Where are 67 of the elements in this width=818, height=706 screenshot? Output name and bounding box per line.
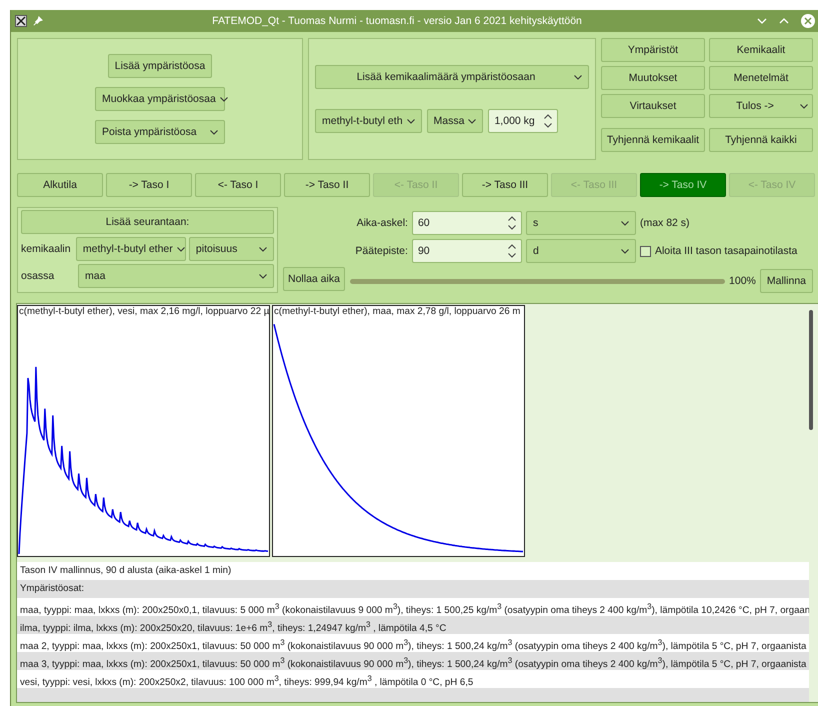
log-line: ilma, tyyppi: ilma, lxkxs (m): 200x250x20, tilavuus: 1e+6 m$^{3}$, tiheys: 1,24947 kg/m$^{3}$ , lämpötila 4,5 °C bbox=[20, 623, 446, 634]
step-label: Aika-askel: bbox=[356, 217, 408, 229]
add-environment-button[interactable]: Lisää ympäristöosa bbox=[108, 54, 212, 78]
end-unit-dropdown[interactable]: d bbox=[526, 239, 636, 263]
remove-environment-dropdown[interactable]: Poista ympäristöosa bbox=[95, 120, 225, 144]
menu-button[interactable]: Ympäristöt bbox=[601, 38, 705, 62]
menu-button[interactable]: Muutokset bbox=[601, 66, 705, 90]
level-button[interactable]: -> Taso I bbox=[106, 173, 192, 197]
amount-field[interactable]: 1,000 kg bbox=[488, 109, 558, 133]
spin-arrows-icon[interactable] bbox=[544, 114, 552, 128]
window-title: FATEMOD_Qt - Tuomas Nurmi - tuomasn.fi - versio Jan 6 2021 kehityskäyttöön bbox=[211, 15, 583, 27]
level-button[interactable]: -> Taso II bbox=[284, 173, 370, 197]
caret-icon bbox=[259, 246, 267, 252]
clear-button[interactable]: Tyhjennä kaikki bbox=[709, 128, 813, 152]
caret-icon bbox=[574, 74, 582, 80]
end-label: Päätepiste: bbox=[354, 245, 408, 257]
app-icon bbox=[15, 15, 27, 27]
minimize-icon[interactable] bbox=[757, 16, 767, 26]
spin-arrows-icon[interactable] bbox=[508, 244, 516, 258]
clear-button[interactable]: Tyhjennä kemikaalit bbox=[601, 128, 705, 152]
menu-button[interactable]: Menetelmät bbox=[709, 66, 813, 90]
progress-reading: 100% bbox=[729, 275, 756, 287]
caret-icon bbox=[406, 118, 415, 124]
log-line: Ympäristöosat: bbox=[20, 583, 84, 594]
level-button[interactable]: <- Taso I bbox=[195, 173, 281, 197]
pin-icon[interactable] bbox=[33, 16, 43, 26]
chemical-dropdown[interactable]: methyl-t-butyl eth bbox=[315, 109, 422, 133]
caret-icon bbox=[220, 96, 228, 102]
tracked-chemical-dropdown[interactable]: methyl-t-butyl ether bbox=[76, 237, 186, 261]
checkbox[interactable] bbox=[640, 246, 651, 256]
edit-environment-dropdown[interactable]: Muokkaa ympäristöosaa bbox=[95, 87, 225, 111]
level-button[interactable]: Alkutila bbox=[17, 173, 103, 197]
plot-title: c(methyl-t-butyl ether), maa, max 2,78 g/l, loppuarvo 26 m bbox=[273, 306, 522, 318]
max-step-note: (max 82 s) bbox=[640, 217, 690, 229]
equilibrium-label: Aloita III tason tasapainotilasta bbox=[654, 245, 798, 257]
measure-dropdown[interactable]: pitoisuus bbox=[188, 237, 274, 261]
chemical-label: kemikaalin bbox=[21, 243, 72, 255]
vertical-scrollbar[interactable] bbox=[809, 310, 813, 430]
run-button[interactable]: Mallinna bbox=[760, 269, 813, 293]
log-line: Tason IV mallinnus, 90 d alusta (aika-askel 1 min) bbox=[20, 565, 232, 576]
end-field[interactable]: 90 bbox=[412, 239, 522, 263]
step-unit-dropdown[interactable]: s bbox=[526, 211, 636, 235]
menu-button[interactable]: Virtaukset bbox=[601, 94, 705, 118]
log-line: maa 2, tyyppi: maa, lxkxs (m): 200x250x1, tilavuus: 50 000 m$^{3}$ (kokonaistilavuus 90 000 m$^{3}$), tiheys: 1 500,24 kg/m$^{3}$ (osatyypin oma tiheys 2 400 kg/m$^{3}$), lämpötila 5 °C, pH 7, orgaanista bbox=[20, 641, 806, 652]
reset-time-button[interactable]: Nollaa aika bbox=[283, 267, 345, 291]
compartment-label: osassa bbox=[21, 270, 56, 282]
step-field[interactable]: 60 bbox=[412, 211, 522, 235]
add-chemical-dropdown[interactable]: Lisää kemikaalimäärä ympäristöosaan bbox=[315, 65, 589, 89]
compartment-dropdown[interactable]: maa bbox=[78, 264, 274, 288]
caret-icon bbox=[210, 130, 218, 134]
add-tracking-button[interactable]: Lisää seurantaan: bbox=[21, 210, 274, 234]
level-button[interactable]: -> Taso IV bbox=[640, 173, 726, 197]
spin-arrows-icon[interactable] bbox=[508, 216, 516, 230]
log-line: maa 3, tyyppi: maa, lxkxs (m): 200x250x1, tilavuus: 50 000 m$^{3}$ (kokonaistilavuus 90 000 m$^{3}$), tiheys: 1 500,24 kg/m$^{3}$ (osatyypin oma tiheys 2 400 kg/m$^{3}$), lämpötila 5 °C, pH 7, orgaanista bbox=[20, 659, 806, 670]
menu-button[interactable]: Kemikaalit bbox=[709, 38, 813, 62]
plot-title: c(methyl-t-butyl ether), vesi, max 2,16 mg/l, loppuarvo 22 µ bbox=[18, 306, 269, 318]
caret-icon bbox=[468, 118, 476, 124]
quantity-dropdown[interactable]: Massa bbox=[426, 109, 484, 133]
caret-icon bbox=[176, 246, 185, 252]
menu-button[interactable]: Tulos -> bbox=[709, 94, 813, 118]
caret-icon bbox=[620, 248, 629, 254]
close-icon[interactable] bbox=[801, 14, 815, 28]
caret-icon bbox=[620, 220, 629, 226]
caret-icon bbox=[259, 274, 267, 278]
log-line: vesi, tyyppi: vesi, lxkxs (m): 200x250x2, tilavuus: 100 000 m$^{3}$, tiheys: 999,94 kg/m$^{3}$ , lämpötila 0 °C, pH 6,5 bbox=[20, 677, 474, 688]
maximize-icon[interactable] bbox=[779, 16, 789, 26]
level-button[interactable]: -> Taso III bbox=[462, 173, 548, 197]
